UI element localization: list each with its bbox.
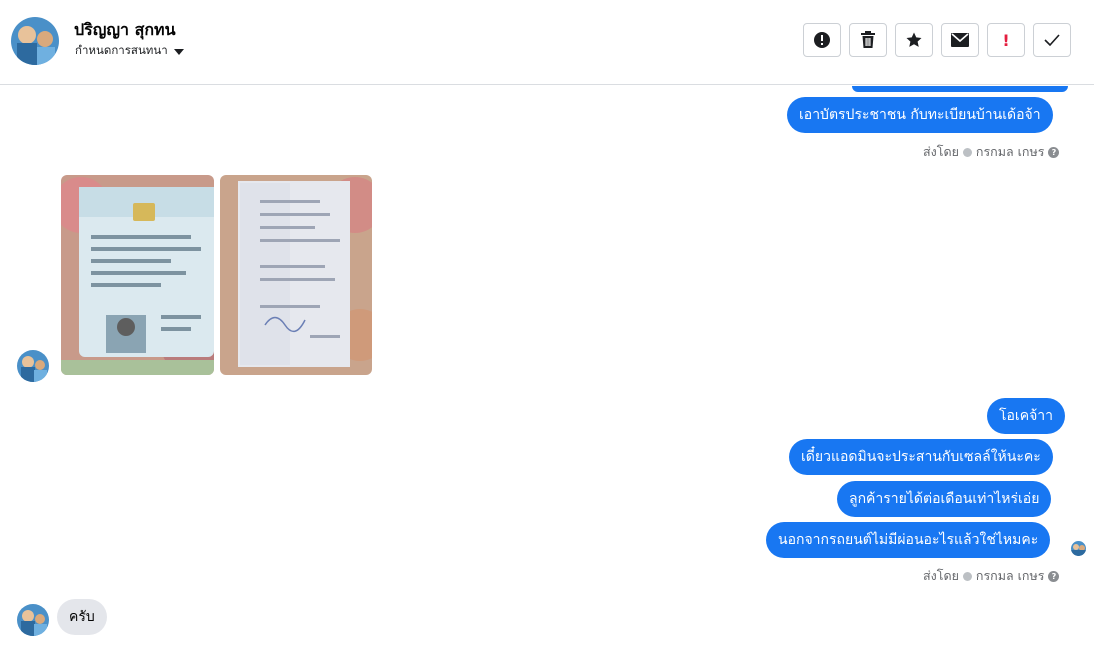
conversation-header: ปริญญา สุกทน กำหนดการสนทนา ! [0,0,1094,85]
flag-button[interactable]: ! [987,23,1025,57]
outgoing-message: โอเคจ้าา [987,398,1066,434]
outgoing-message-partial [852,86,1068,92]
image-attachment-house-registration[interactable] [220,175,372,375]
outgoing-message: เดี๋ยวแอดมินจะประสานกับเซลล์ให้นะคะ [789,439,1053,475]
star-button[interactable] [895,23,933,57]
sent-by-info: ส่งโดย กรกมล เกษร ? [923,566,1060,586]
caret-down-icon [173,49,184,55]
toolbar: ! [803,23,1071,57]
outgoing-message: นอกจากรถยนต์ไม่มีผ่อนอะไรแล้วใช่ไหมคะ [766,522,1051,558]
contact-avatar[interactable] [11,17,59,65]
help-icon[interactable]: ? [1048,146,1060,158]
incoming-message: ครับ [57,599,107,635]
seen-avatar [1071,541,1086,556]
alert-circle-icon [814,32,830,48]
contact-avatar-small[interactable] [17,604,49,636]
sent-by-prefix: ส่งโดย [923,144,959,159]
contact-name[interactable]: ปริญญา สุกทน [74,18,176,43]
sent-by-info: ส่งโดย กรกมล เกษร ? [923,142,1060,162]
delete-button[interactable] [849,23,887,57]
help-icon[interactable]: ? [1048,570,1060,582]
conversation-settings-label: กำหนดการสนทนา [75,43,168,57]
mark-done-button[interactable] [1033,23,1071,57]
star-icon [906,32,922,47]
mark-spam-button[interactable] [803,23,841,57]
outgoing-message: ลูกค้ารายได้ต่อเดือนเท่าไหร่เอ่ย [837,481,1052,517]
mark-unread-button[interactable] [941,23,979,57]
sent-by-prefix: ส่งโดย [923,568,959,583]
checkmark-icon [1044,34,1060,46]
exclamation-icon: ! [1002,30,1010,50]
envelope-icon [951,33,969,47]
sender-name[interactable]: กรกมล เกษร [976,142,1045,162]
verified-icon [962,147,972,157]
conversation-settings-dropdown[interactable]: กำหนดการสนทนา [75,42,184,60]
trash-icon [861,31,875,48]
image-attachment-id-card[interactable] [61,175,214,375]
outgoing-message: เอาบัตรประชาชน กับทะเบียนบ้านเด้อจ้า [787,97,1053,133]
sender-name[interactable]: กรกมล เกษร [976,566,1045,586]
contact-avatar-small[interactable] [17,350,49,382]
verified-icon [962,571,972,581]
